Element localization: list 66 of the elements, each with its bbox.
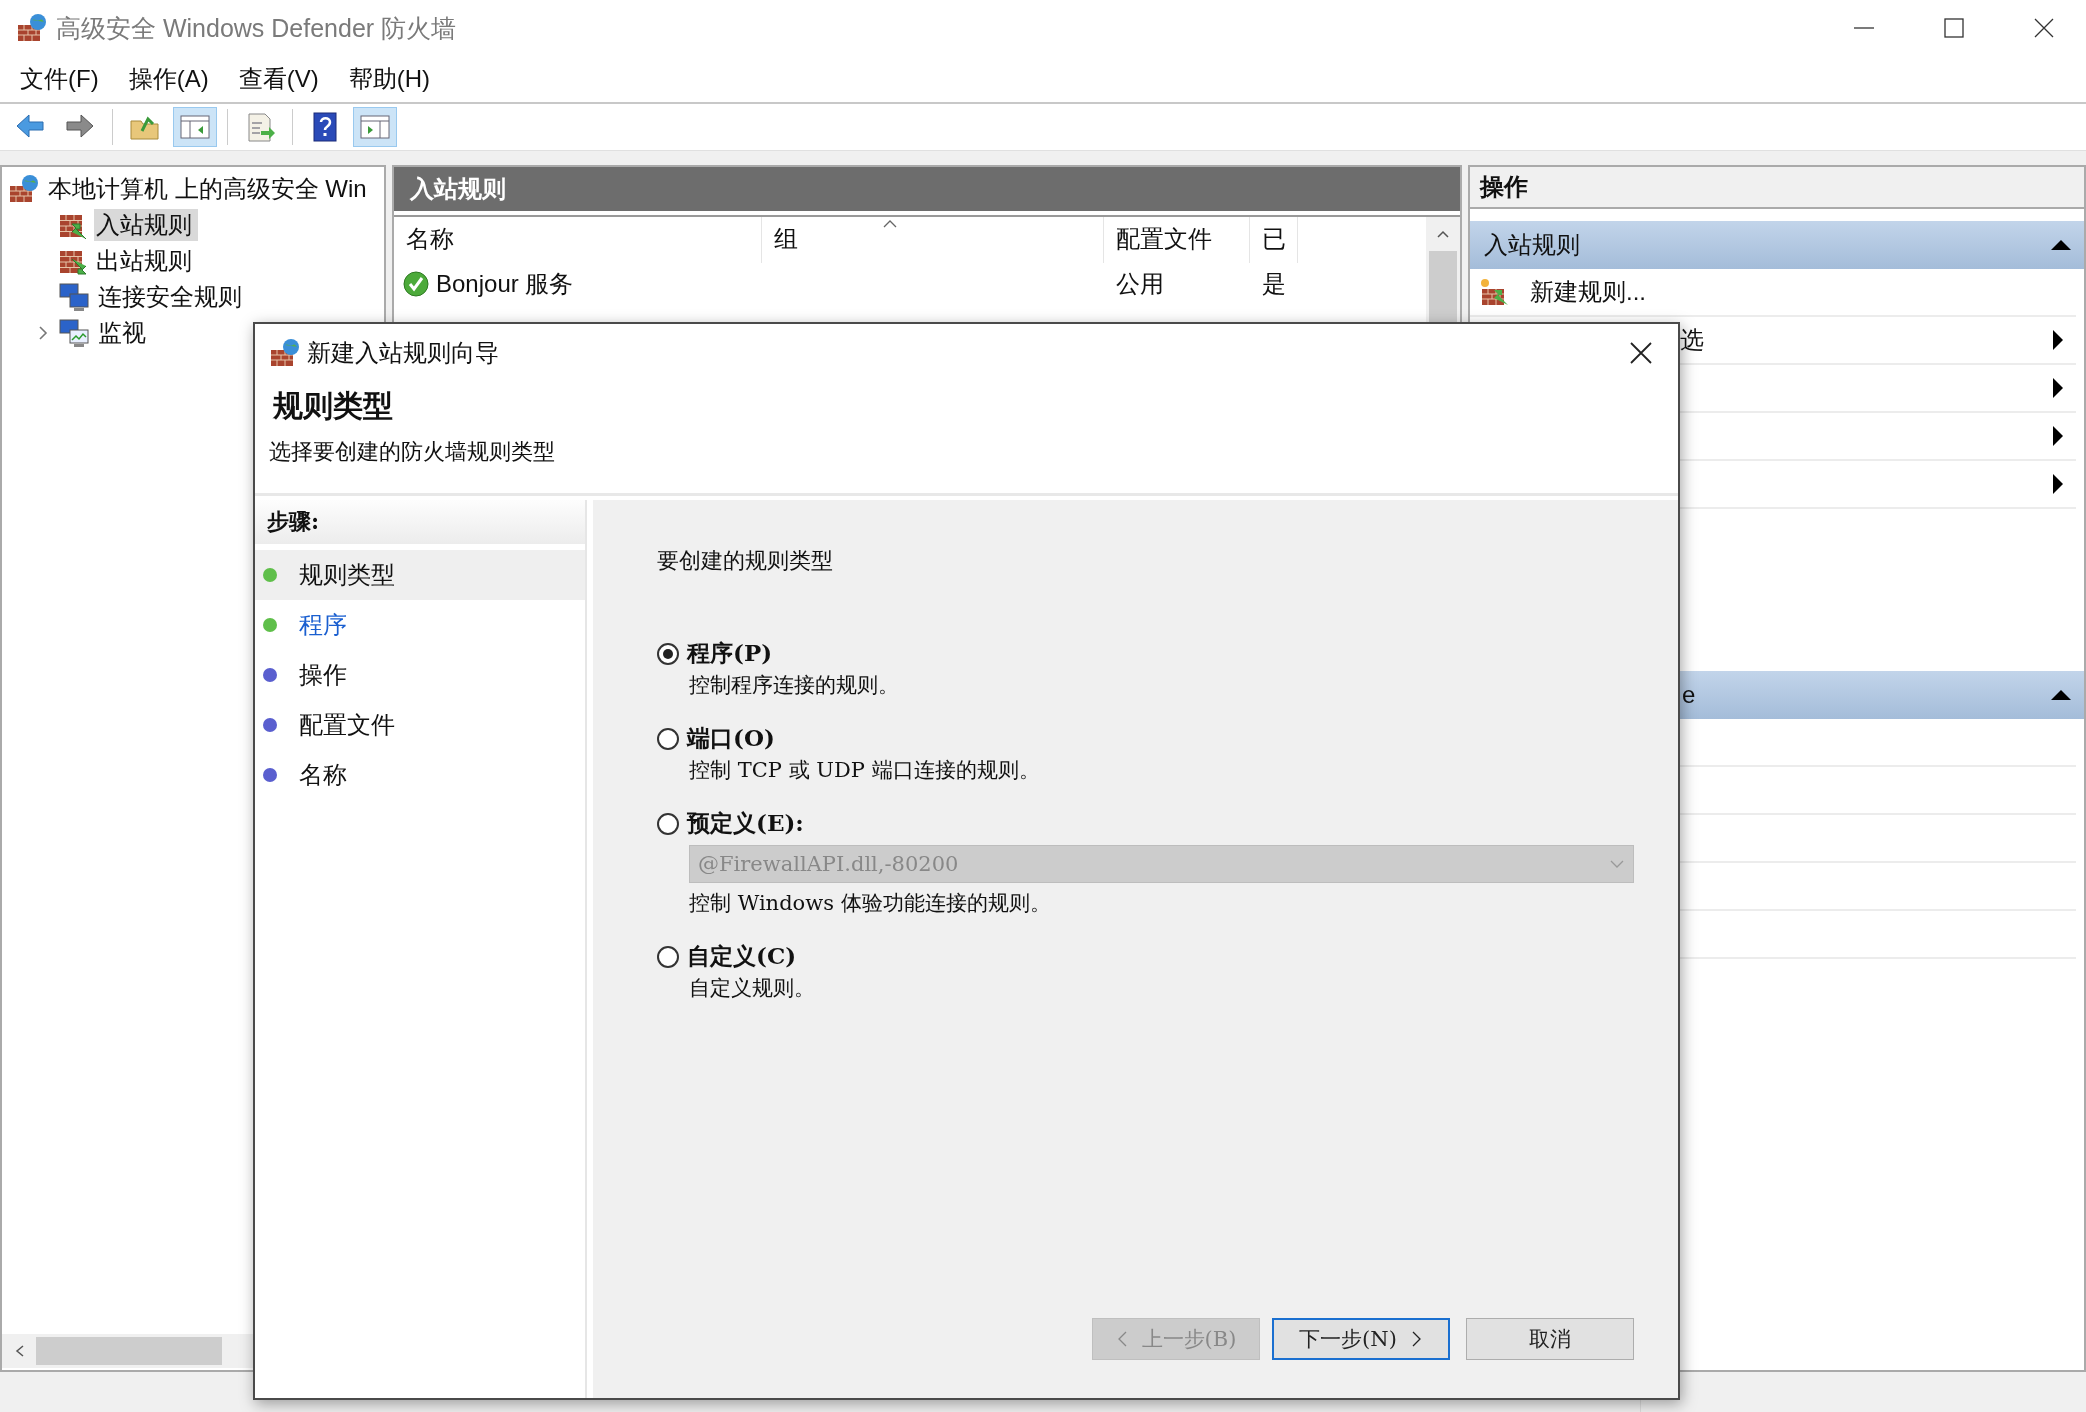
option-description: 控制 TCP 或 UDP 端口连接的规则。 xyxy=(688,757,1041,784)
chevron-icon[interactable] xyxy=(36,325,50,341)
tree-item[interactable]: 连接安全规则 xyxy=(96,281,248,313)
firewall-globe-icon xyxy=(8,174,40,204)
option-label: 程序(P) xyxy=(687,638,773,668)
window-title: 高级安全 Windows Defender 防火墙 xyxy=(56,12,457,44)
table-cell-text: 公用 xyxy=(1115,269,1165,299)
option-label: 端口(O) xyxy=(687,723,775,753)
section-header[interactable]: 入站规则 xyxy=(1470,221,2084,269)
submenu-arrow-icon[interactable] xyxy=(2052,329,2064,351)
steps-heading: 步骤: xyxy=(255,500,585,544)
radio-button[interactable] xyxy=(657,642,679,665)
close-icon[interactable] xyxy=(2032,16,2056,40)
option-description: 自定义规则。 xyxy=(688,975,816,1002)
radio-button[interactable] xyxy=(657,812,679,835)
maximize-icon[interactable] xyxy=(1942,16,1966,40)
dialog-subtitle: 选择要创建的防火墙规则类型 xyxy=(268,438,556,466)
cancel-button[interactable]: 取消 xyxy=(1466,1318,1634,1360)
column-header[interactable]: 组 xyxy=(762,217,1104,263)
dialog-heading: 规则类型 xyxy=(272,387,394,425)
step-item[interactable]: 名称 xyxy=(255,750,585,800)
submenu-arrow-icon[interactable] xyxy=(2052,473,2064,495)
tree-item[interactable]: 入站规则 xyxy=(94,209,198,241)
collapse-caret-icon[interactable] xyxy=(2050,239,2072,251)
menu-item[interactable]: 查看(V) xyxy=(238,63,319,95)
step-item[interactable]: 配置文件 xyxy=(255,700,585,750)
tree-item[interactable]: 出站规则 xyxy=(94,245,198,277)
action-item[interactable]: 新建规则... xyxy=(1480,276,1646,308)
column-header[interactable]: 已 xyxy=(1250,217,1298,263)
sort-caret-icon xyxy=(882,219,898,229)
radio-button[interactable] xyxy=(657,727,679,750)
scroll-up-icon[interactable] xyxy=(1436,229,1450,239)
menu-item[interactable]: 帮助(H) xyxy=(348,63,430,95)
menu-item[interactable]: 操作(A) xyxy=(128,63,209,95)
firewall-globe-icon xyxy=(269,338,301,368)
panel-header: 操作 xyxy=(1470,167,2084,209)
step-item[interactable]: 操作 xyxy=(255,650,585,700)
submenu-arrow-icon[interactable] xyxy=(2052,425,2064,447)
monitor-icon xyxy=(58,318,90,348)
scrollbar-thumb[interactable] xyxy=(36,1337,222,1365)
option-label: 预定义(E): xyxy=(687,808,804,838)
close-icon[interactable] xyxy=(1628,340,1654,366)
step-item[interactable]: 规则类型 xyxy=(255,550,585,600)
option-description: 控制 Windows 体验功能连接的规则。 xyxy=(688,890,1052,917)
submenu-arrow-icon[interactable] xyxy=(2052,377,2064,399)
column-header[interactable]: 名称 xyxy=(394,217,762,263)
rule-name: Bonjour 服务 xyxy=(436,269,574,299)
option-description: 控制程序连接的规则。 xyxy=(688,672,900,699)
radio-button[interactable] xyxy=(657,945,679,968)
menu-item[interactable]: 文件(F) xyxy=(20,63,99,95)
scroll-left-icon[interactable] xyxy=(14,1344,26,1358)
computers-icon xyxy=(58,282,90,312)
column-header[interactable]: 配置文件 xyxy=(1104,217,1250,263)
panel-header: 入站规则 xyxy=(394,167,1460,211)
tree-item[interactable]: 本地计算机 上的高级安全 Win xyxy=(46,173,373,205)
tree-item[interactable]: 监视 xyxy=(96,317,152,349)
firewall-globe-icon xyxy=(16,13,48,43)
chevron-right-icon xyxy=(1410,1330,1423,1348)
next-button[interactable]: 下一步(N) xyxy=(1272,1318,1450,1360)
table-cell-text: 是 xyxy=(1261,269,1287,299)
prompt-text: 要创建的规则类型 xyxy=(657,547,834,575)
dropdown-caret-icon xyxy=(1609,859,1625,869)
step-item[interactable]: 程序 xyxy=(255,600,585,650)
dialog-title: 新建入站规则向导 xyxy=(307,338,500,368)
option-label: 自定义(C) xyxy=(687,941,797,971)
collapse-caret-icon[interactable] xyxy=(2050,689,2072,701)
